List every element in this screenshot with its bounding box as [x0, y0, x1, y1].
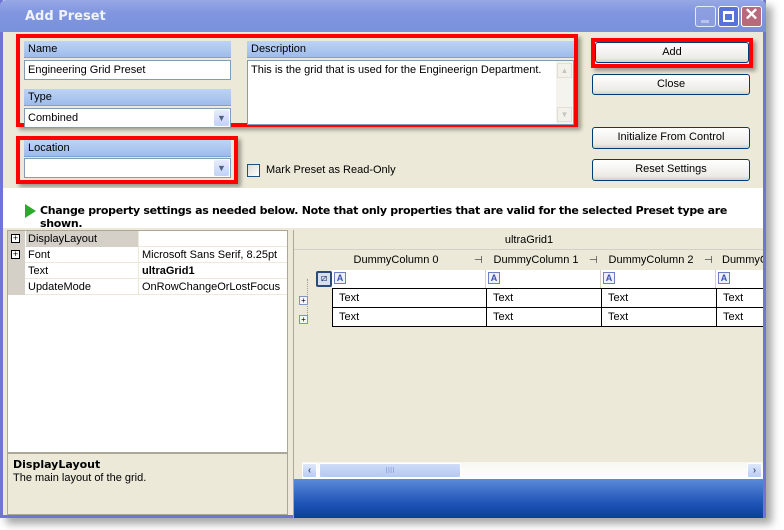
- property-name: Font: [26, 247, 139, 263]
- grid-preview: ultraGrid1 DummyColumn 0 ⊣ DummyColumn 1…: [293, 230, 763, 518]
- dialog-content: Name Engineering Grid Preset Type Combin…: [3, 32, 763, 518]
- expand-row-icon[interactable]: +: [299, 296, 308, 305]
- grid-cell[interactable]: Text: [486, 308, 602, 327]
- title-bar[interactable]: Add Preset ✕: [0, 0, 766, 32]
- scroll-thumb[interactable]: IIII: [319, 463, 461, 478]
- minimize-button[interactable]: [695, 6, 716, 27]
- grid-caption: ultraGrid1: [294, 230, 763, 250]
- property-row[interactable]: UpdateMode OnRowChangeOrLostFocus: [8, 279, 287, 295]
- description-value: This is the grid that is used for the En…: [251, 64, 542, 76]
- reset-settings-button[interactable]: Reset Settings: [592, 159, 750, 181]
- grid-cell[interactable]: Text: [332, 308, 487, 327]
- column-header[interactable]: DummyColumn 3: [722, 251, 763, 270]
- type-value: Combined: [28, 112, 79, 124]
- property-value[interactable]: OnRowChangeOrLostFocus: [140, 279, 287, 295]
- close-window-button[interactable]: ✕: [741, 5, 762, 27]
- pin-icon[interactable]: ⊣: [704, 251, 713, 270]
- type-dropdown[interactable]: Combined ▼: [24, 108, 231, 128]
- scroll-left-icon[interactable]: ‹: [302, 463, 317, 478]
- maximize-button[interactable]: [718, 6, 739, 27]
- property-row[interactable]: Text ultraGrid1: [8, 263, 287, 279]
- expander-cell: [8, 279, 25, 295]
- grid-cell[interactable]: Text: [332, 289, 487, 308]
- column-header[interactable]: DummyColumn 2: [601, 251, 701, 270]
- pin-icon[interactable]: ⊣: [474, 251, 483, 270]
- description-textarea[interactable]: This is the grid that is used for the En…: [247, 60, 574, 125]
- info-bar: Change property settings as needed below…: [3, 188, 763, 230]
- property-value[interactable]: ultraGrid1: [140, 263, 287, 279]
- grid-cell[interactable]: Text: [601, 308, 717, 327]
- minimize-icon: [701, 20, 709, 23]
- column-header[interactable]: DummyColumn 0: [332, 251, 460, 270]
- expand-row-icon[interactable]: +: [299, 315, 308, 324]
- grid-cell[interactable]: Text: [716, 289, 763, 308]
- close-button[interactable]: Close: [592, 74, 750, 95]
- expand-plus-icon[interactable]: +: [11, 250, 20, 259]
- location-label: Location: [24, 140, 231, 157]
- readonly-checkbox[interactable]: [247, 164, 260, 177]
- column-header[interactable]: DummyColumn 1: [486, 251, 586, 270]
- chevron-down-icon[interactable]: ▼: [214, 110, 229, 126]
- pin-icon[interactable]: ⊣: [589, 251, 598, 270]
- property-value[interactable]: [140, 231, 287, 247]
- expander-cell: [8, 263, 25, 279]
- window-title: Add Preset: [25, 9, 106, 24]
- filter-cell[interactable]: A: [332, 270, 486, 288]
- property-value[interactable]: Microsoft Sans Serif, 8.25pt: [140, 247, 287, 263]
- chevron-down-icon[interactable]: ▼: [214, 160, 229, 176]
- filter-cell[interactable]: A: [716, 270, 763, 288]
- scroll-down-icon[interactable]: ▼: [557, 107, 572, 122]
- filter-icon: A: [488, 272, 500, 284]
- type-label: Type: [24, 89, 231, 106]
- readonly-label[interactable]: Mark Preset as Read-Only: [266, 164, 396, 176]
- help-description: The main layout of the grid.: [13, 472, 147, 484]
- play-arrow-icon: [25, 204, 36, 218]
- scroll-up-icon[interactable]: ▲: [557, 63, 572, 78]
- scroll-right-icon[interactable]: ›: [747, 463, 762, 478]
- property-name: Text: [26, 263, 139, 279]
- name-input[interactable]: Engineering Grid Preset: [24, 60, 231, 80]
- description-scrollbar[interactable]: ▲ ▼: [556, 61, 573, 124]
- property-name: UpdateMode: [26, 279, 139, 295]
- help-title: DisplayLayout: [13, 458, 101, 471]
- add-preset-dialog: Add Preset ✕ Name Engineering Grid Prese…: [0, 0, 766, 518]
- maximize-icon: [723, 11, 734, 22]
- property-help-panel: DisplayLayout The main layout of the gri…: [7, 453, 288, 515]
- filter-icon: A: [603, 272, 615, 284]
- add-button[interactable]: Add: [595, 42, 749, 63]
- expander-cell: +: [8, 247, 25, 263]
- grid-cell[interactable]: Text: [486, 289, 602, 308]
- property-row[interactable]: + Font Microsoft Sans Serif, 8.25pt: [8, 247, 287, 263]
- location-dropdown[interactable]: <Default Presets Folder> [C:\Doc ▼: [24, 158, 231, 178]
- grid-cell[interactable]: Text: [716, 308, 763, 327]
- filter-icon: A: [334, 272, 346, 284]
- expander-cell: +: [8, 231, 25, 247]
- name-label: Name: [24, 41, 231, 58]
- horizontal-scrollbar[interactable]: ‹ IIII ›: [302, 462, 763, 479]
- filter-cell[interactable]: A: [601, 270, 716, 288]
- property-grid: + DisplayLayout + Font Microsoft Sans Se…: [7, 230, 288, 453]
- description-label: Description: [247, 41, 574, 58]
- filter-cell[interactable]: A: [486, 270, 601, 288]
- initialize-from-control-button[interactable]: Initialize From Control: [592, 127, 750, 149]
- expand-plus-icon[interactable]: +: [11, 234, 20, 243]
- property-name: DisplayLayout: [26, 231, 139, 247]
- filter-icon: A: [718, 272, 730, 284]
- info-message: Change property settings as needed below…: [40, 204, 728, 230]
- property-row[interactable]: + DisplayLayout: [8, 231, 287, 247]
- grid-cell[interactable]: Text: [601, 289, 717, 308]
- grid-footer-bar: [294, 479, 763, 518]
- row-selector-icon[interactable]: ⧄: [316, 271, 332, 287]
- close-icon: ✕: [744, 5, 759, 24]
